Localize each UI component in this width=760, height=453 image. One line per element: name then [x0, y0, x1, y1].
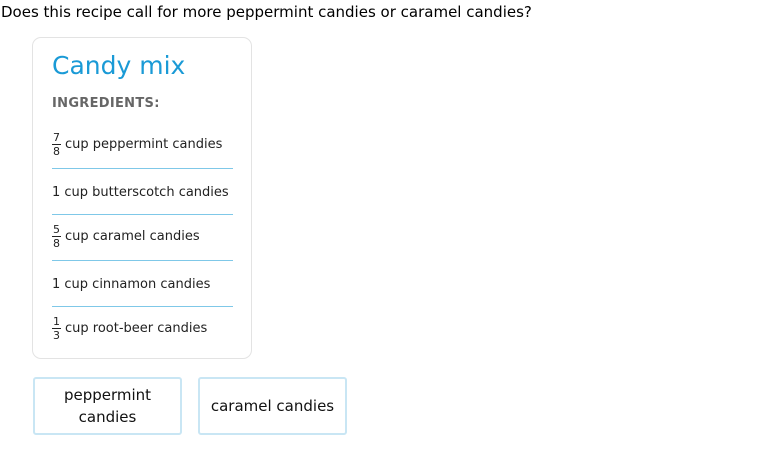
ingredient-divider — [52, 306, 233, 307]
ingredient-divider — [52, 214, 233, 215]
ingredient-butterscotch: 1 cup butterscotch candies — [52, 176, 233, 208]
ingredient-text: cup root-beer candies — [65, 320, 208, 336]
fraction-denominator: 8 — [53, 144, 60, 158]
ingredient-peppermint: 7 8 cup peppermint candies — [52, 128, 233, 160]
answer-label: peppermint candies — [63, 386, 152, 426]
ingredient-divider — [52, 260, 233, 261]
fraction: 7 8 — [52, 132, 61, 157]
ingredient-cinnamon: 1 cup cinnamon candies — [52, 268, 233, 300]
fraction: 5 8 — [52, 224, 61, 249]
answer-caramel-button[interactable]: caramel candies — [198, 377, 347, 435]
ingredient-text: cup caramel candies — [65, 228, 200, 244]
fraction-denominator: 3 — [53, 328, 60, 342]
answer-label: caramel candies — [210, 397, 335, 415]
answer-peppermint-button[interactable]: peppermint candies — [33, 377, 182, 435]
ingredient-divider — [52, 168, 233, 169]
ingredient-caramel: 5 8 cup caramel candies — [52, 220, 233, 252]
ingredient-root-beer: 1 3 cup root-beer candies — [52, 312, 233, 344]
question-text: Does this recipe call for more peppermin… — [1, 3, 532, 21]
fraction-denominator: 8 — [53, 236, 60, 250]
ingredients-heading: INGREDIENTS: — [52, 96, 160, 111]
ingredient-text: cup peppermint candies — [65, 136, 223, 152]
ingredient-text: 1 cup butterscotch candies — [52, 184, 229, 200]
recipe-card: Candy mix INGREDIENTS: 7 8 cup peppermin… — [32, 37, 252, 359]
ingredient-text: 1 cup cinnamon candies — [52, 276, 211, 292]
fraction-numerator: 5 — [53, 222, 60, 236]
fraction-numerator: 7 — [53, 130, 60, 144]
fraction: 1 3 — [52, 316, 61, 341]
recipe-title: Candy mix — [52, 51, 186, 80]
fraction-numerator: 1 — [53, 314, 60, 328]
